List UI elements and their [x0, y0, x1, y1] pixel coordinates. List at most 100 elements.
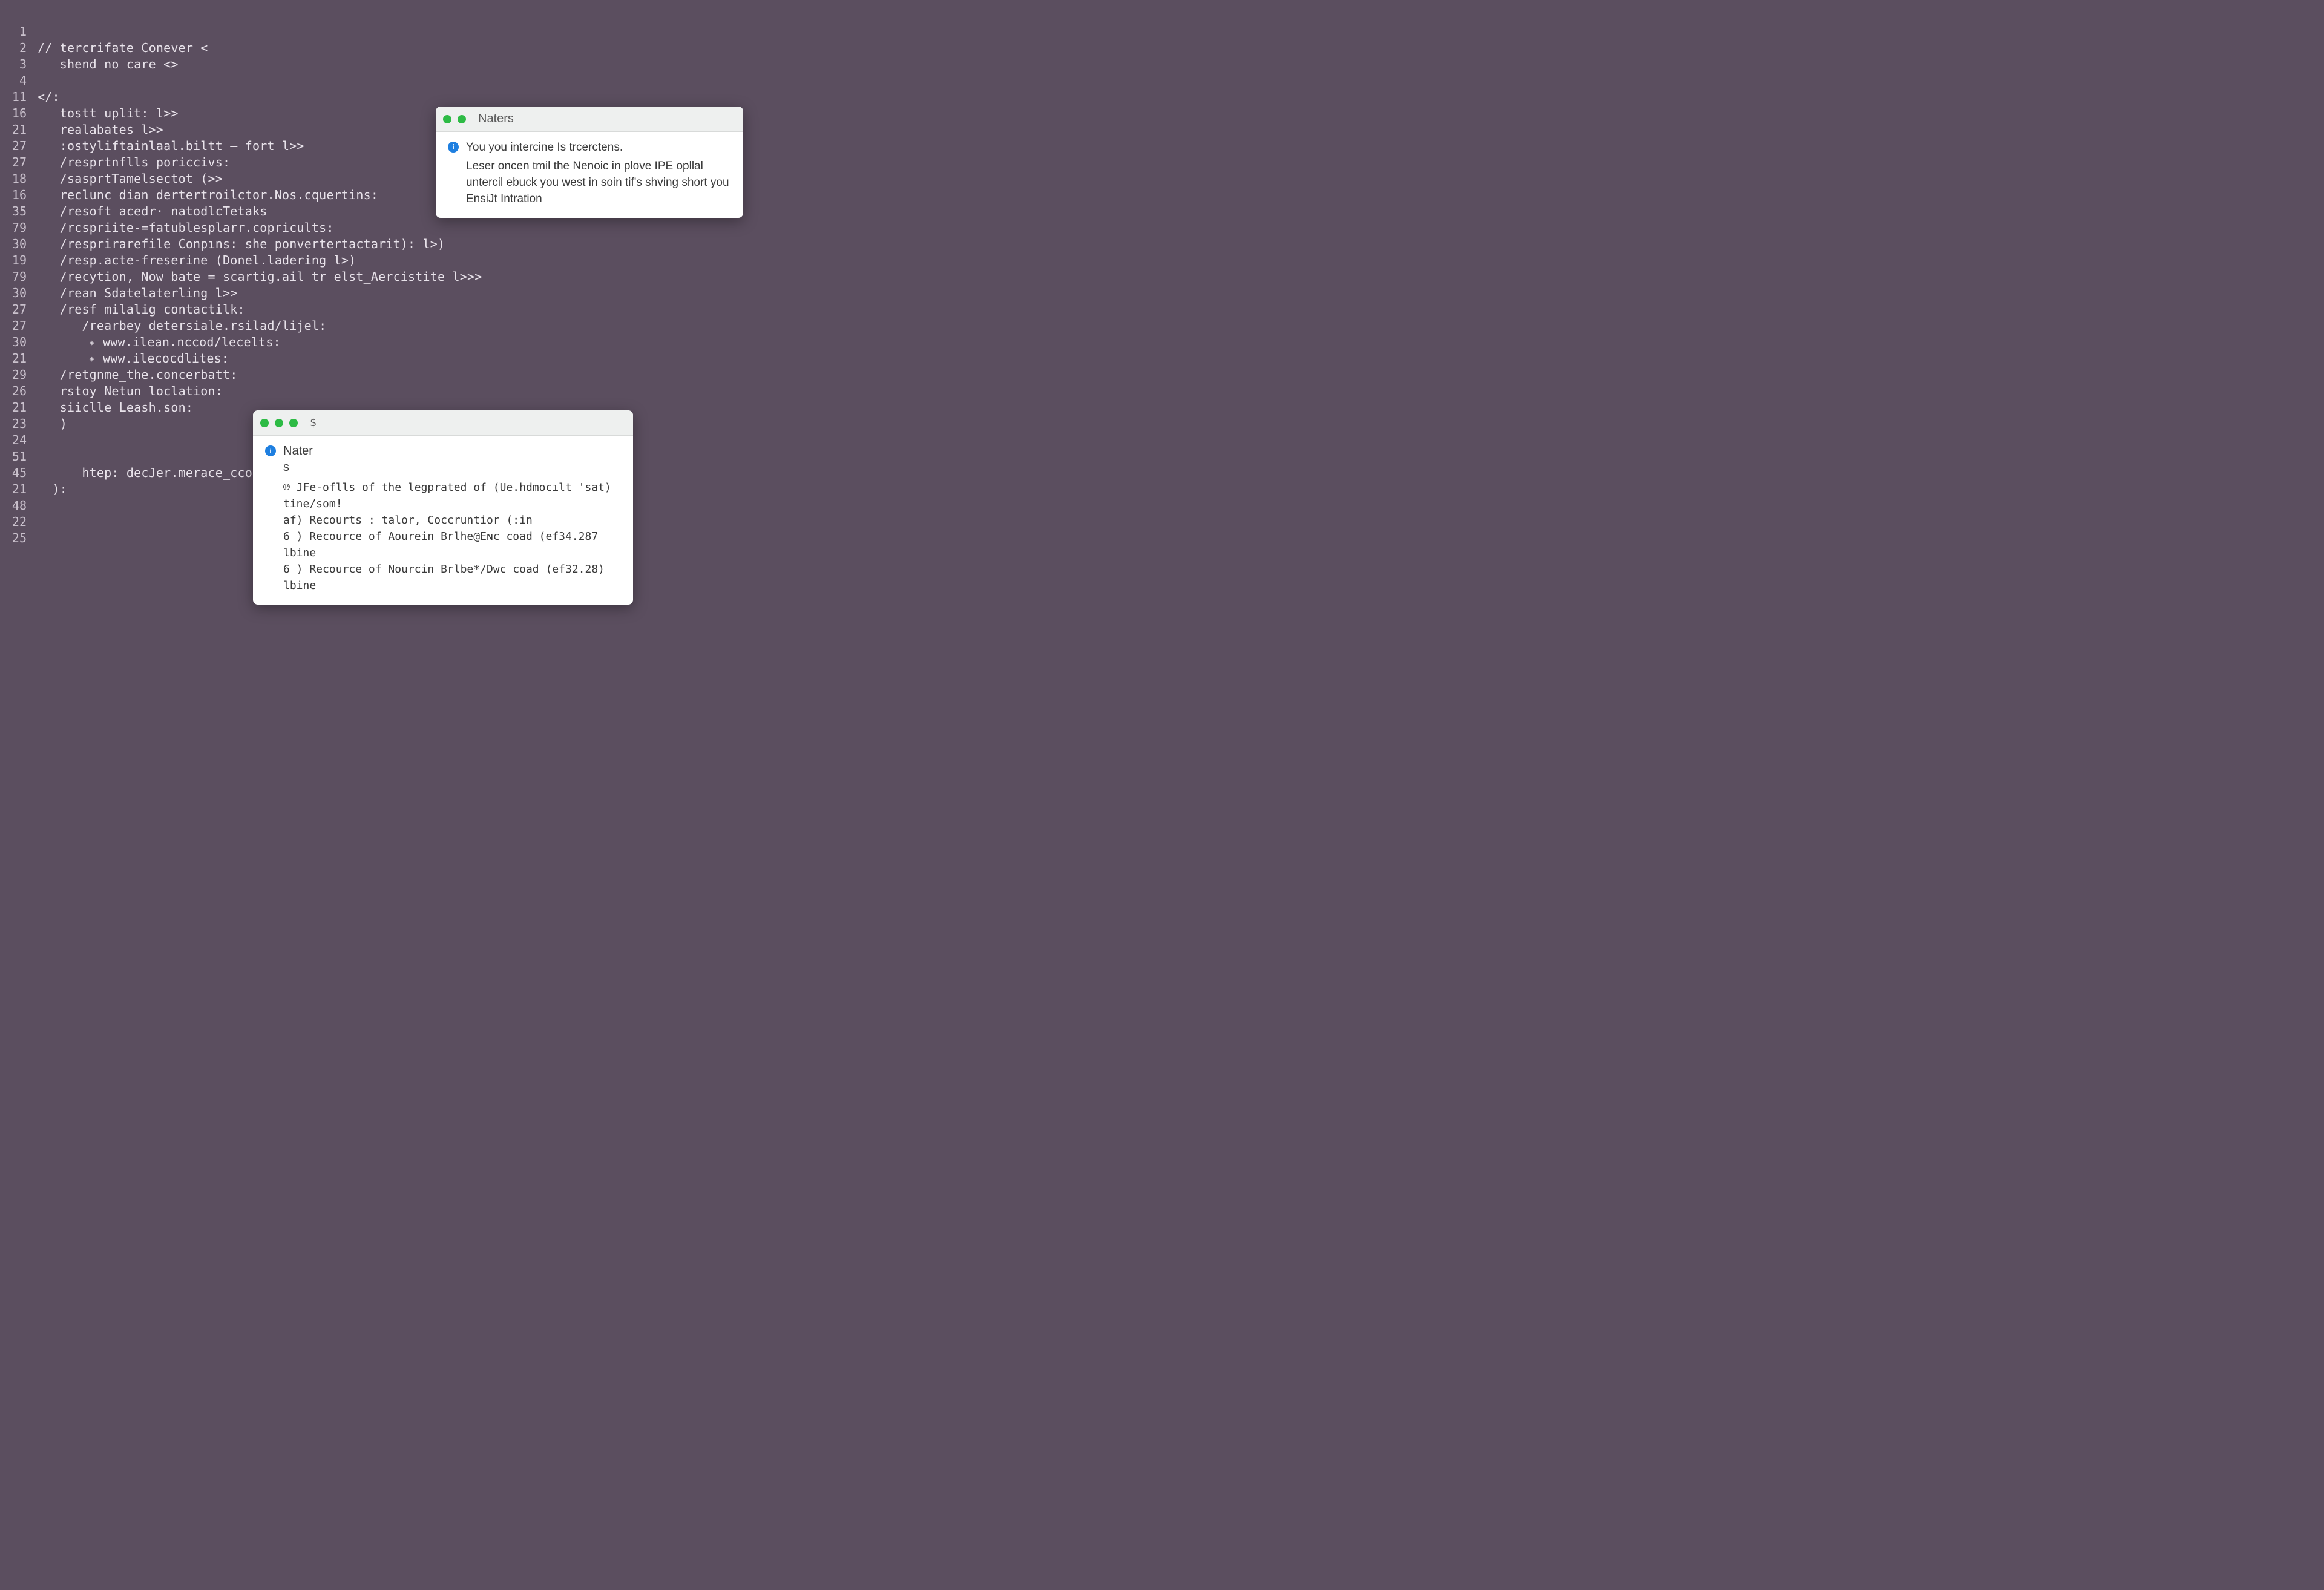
code-text[interactable]: // tercrifate Conever <: [38, 41, 208, 55]
dialog-heading: Nater: [283, 443, 621, 459]
line-number: 24: [0, 433, 38, 447]
code-line[interactable]: 1: [0, 24, 2324, 41]
code-text[interactable]: ): [38, 416, 67, 431]
code-text[interactable]: ◈ www.ilecocdlites:: [38, 351, 229, 366]
code-text[interactable]: reclunc dian dertertroilctor.Nos.cquerti…: [38, 188, 378, 202]
code-line[interactable]: 18 /sasprtTamelsectot (>>: [0, 171, 2324, 188]
dialog-line: ℗ JFe-oflls of the legprated of (Ue.hdmo…: [283, 479, 621, 512]
code-line[interactable]: 26 rstoy Netun loclation:: [0, 384, 2324, 400]
line-number: 21: [0, 351, 38, 366]
code-line[interactable]: 21 ◈ www.ilecocdlites:: [0, 351, 2324, 367]
code-line[interactable]: 2// tercrifate Conever <: [0, 41, 2324, 57]
info-icon: i: [448, 142, 459, 153]
line-number: 27: [0, 155, 38, 169]
code-line[interactable]: 19 /resp.acte-freserine (Donel.ladering …: [0, 253, 2324, 269]
line-number: 35: [0, 204, 38, 218]
line-number: 27: [0, 318, 38, 333]
code-text[interactable]: /rearbey detersiale.rsilad/lijel:: [38, 318, 326, 333]
traffic-lights[interactable]: [260, 419, 298, 427]
line-number: 45: [0, 465, 38, 480]
code-text[interactable]: /resprtnflls poriccivs:: [38, 155, 230, 169]
diamond-bullet-icon: ◈: [90, 338, 94, 347]
line-number: 79: [0, 269, 38, 284]
code-text[interactable]: /resprirarefile Conpıns: she ponverterta…: [38, 237, 445, 251]
line-number: 21: [0, 482, 38, 496]
code-text[interactable]: tostt uplit: l>>: [38, 106, 179, 120]
line-number: 16: [0, 188, 38, 202]
line-number: 27: [0, 139, 38, 153]
line-number: 29: [0, 367, 38, 382]
traffic-dot-icon[interactable]: [289, 419, 298, 427]
dialog-body: i You you intercine Is trcerctens. Leser…: [436, 132, 743, 218]
code-text[interactable]: /rcspriite-=fatublesplarr.copricults:: [38, 220, 334, 235]
traffic-dot-icon[interactable]: [443, 115, 451, 123]
dialog-line: 6 ) Recource of Nourcin Brlbe*/Dwc coad …: [283, 561, 621, 594]
code-text[interactable]: ◈ www.ilean.nccod/lecelts:: [38, 335, 281, 349]
code-line[interactable]: 11</:: [0, 90, 2324, 106]
line-number: 30: [0, 335, 38, 349]
dialog-title: Naters: [478, 112, 514, 126]
code-text[interactable]: realabates l>>: [38, 122, 163, 137]
code-text[interactable]: ):: [38, 482, 67, 496]
code-line[interactable]: 79 /recytion, Now bate = scartig.ail tr …: [0, 269, 2324, 286]
code-text[interactable]: siiclle Leash.son:: [38, 400, 193, 415]
code-text[interactable]: </:: [38, 90, 60, 104]
code-text[interactable]: :ostyliftainlaal.biltt – fort l>>: [38, 139, 304, 153]
naters-dialog: Naters i You you intercine Is trcerctens…: [436, 107, 743, 218]
code-line[interactable]: 16 tostt uplit: l>>: [0, 106, 2324, 122]
code-text[interactable]: /recytion, Now bate = scartig.ail tr els…: [38, 269, 482, 284]
code-line[interactable]: 3 shend no care <>: [0, 57, 2324, 73]
code-text[interactable]: htep: decJer.merace_ccofll: [38, 465, 275, 480]
line-number: 18: [0, 171, 38, 186]
code-line[interactable]: 29 /retgnme_the.concerbatt:: [0, 367, 2324, 384]
traffic-dot-icon[interactable]: [260, 419, 269, 427]
code-text[interactable]: rstoy Netun loclation:: [38, 384, 223, 398]
code-line[interactable]: 35 /resoft acedr· natodlcTetaks: [0, 204, 2324, 220]
line-number: 51: [0, 449, 38, 464]
code-text[interactable]: /retgnme_the.concerbatt:: [38, 367, 238, 382]
line-number: 4: [0, 73, 38, 88]
line-number: 3: [0, 57, 38, 71]
traffic-dot-icon[interactable]: [458, 115, 466, 123]
line-number: 79: [0, 220, 38, 235]
line-number: 27: [0, 302, 38, 317]
dialog-message-body: Leser oncen tmil the Nenoic in plove IPE…: [466, 158, 731, 207]
diamond-bullet-icon: ◈: [90, 355, 94, 364]
dialog-line: af) Recourts : talor, Coccruntior (:in: [283, 512, 621, 528]
line-number: 48: [0, 498, 38, 513]
code-line[interactable]: 30 /resprirarefile Conpıns: she ponverte…: [0, 237, 2324, 253]
line-number: 1: [0, 24, 38, 39]
code-line[interactable]: 27 /rearbey detersiale.rsilad/lijel:: [0, 318, 2324, 335]
code-line[interactable]: 16 reclunc dian dertertroilctor.Nos.cque…: [0, 188, 2324, 204]
code-editor[interactable]: 12// tercrifate Conever <3 shend no care…: [0, 24, 2324, 1590]
dialog-subheading: s: [283, 459, 621, 476]
code-text[interactable]: /resf milalig contactilk:: [38, 302, 245, 317]
line-number: 11: [0, 90, 38, 104]
code-line[interactable]: 27 /resprtnflls poriccivs:: [0, 155, 2324, 171]
line-number: 21: [0, 400, 38, 415]
line-number: 25: [0, 531, 38, 545]
code-text[interactable]: /resoft acedr· natodlcTetaks: [38, 204, 267, 218]
line-number: 30: [0, 237, 38, 251]
code-line[interactable]: 30 /rean Sdatelaterling l>>: [0, 286, 2324, 302]
code-line[interactable]: 21 realabates l>>: [0, 122, 2324, 139]
dialog-message-heading: You you intercine Is trcerctens.: [466, 139, 731, 156]
line-number: 23: [0, 416, 38, 431]
dialog-titlebar[interactable]: Naters: [436, 107, 743, 132]
line-number: 2: [0, 41, 38, 55]
code-line[interactable]: 4: [0, 73, 2324, 90]
dialog-body: i Nater s ℗ JFe-oflls of the legprated o…: [253, 436, 633, 605]
code-text[interactable]: shend no care <>: [38, 57, 179, 71]
code-text[interactable]: /resp.acte-freserine (Donel.ladering l>): [38, 253, 356, 268]
code-text[interactable]: /sasprtTamelsectot (>>: [38, 171, 223, 186]
code-line[interactable]: 27 /resf milalig contactilk:: [0, 302, 2324, 318]
line-number: 26: [0, 384, 38, 398]
traffic-dot-icon[interactable]: [275, 419, 283, 427]
code-line[interactable]: 30 ◈ www.ilean.nccod/lecelts:: [0, 335, 2324, 351]
nater-dialog: $ i Nater s ℗ JFe-oflls of the legprated…: [253, 410, 633, 605]
traffic-lights[interactable]: [443, 115, 466, 123]
code-line[interactable]: 79 /rcspriite-=fatublesplarr.copricults:: [0, 220, 2324, 237]
code-text[interactable]: /rean Sdatelaterling l>>: [38, 286, 238, 300]
dialog-titlebar[interactable]: $: [253, 410, 633, 436]
code-line[interactable]: 27 :ostyliftainlaal.biltt – fort l>>: [0, 139, 2324, 155]
